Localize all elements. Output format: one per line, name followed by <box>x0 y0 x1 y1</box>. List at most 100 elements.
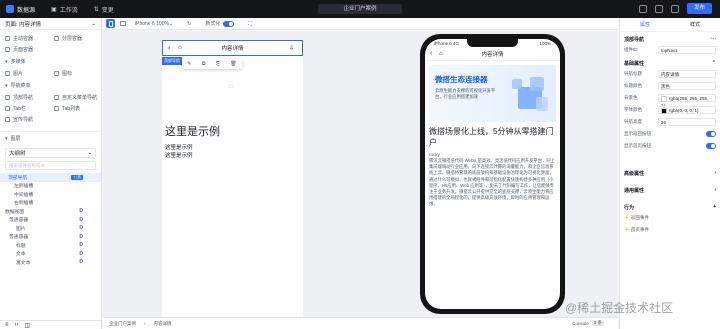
component-page-container[interactable]: 页面容器 <box>5 45 49 54</box>
home-icon[interactable]: ⌂ <box>439 51 443 57</box>
tree-row[interactable]: 普通容器 D <box>0 233 101 242</box>
actions-heading[interactable]: 行为 + <box>620 200 720 212</box>
tree-row[interactable]: 富文本 D <box>0 258 101 267</box>
home-icon: ⌂ <box>178 45 182 51</box>
mobile-device-button[interactable] <box>106 19 115 28</box>
component-id-field[interactable]: topNav1 <box>658 46 716 54</box>
prop-row: 字体颜色 rgba(0, 0, 0, 1) <box>620 104 720 116</box>
tree-row[interactable]: 数据视图 D <box>0 207 101 216</box>
prop-field[interactable]: 内容详情 <box>658 70 716 78</box>
canvas-toolbar: iPhone 6 100% ⌄ ↻ 新式化 ⛶ <box>103 18 618 30</box>
prop-field[interactable]: rgba(255, 255, 255, 1) <box>658 94 716 108</box>
tree-row[interactable]: 左侧插槽 <box>0 182 101 191</box>
component-image[interactable]: 图片 <box>5 69 49 78</box>
edit-icon[interactable]: ✎ <box>187 61 191 67</box>
chevron-icon: › <box>714 187 716 193</box>
component-layer-container[interactable]: 分层容器 <box>54 34 98 43</box>
code-icon[interactable]: ‹› <box>15 322 19 328</box>
settings-icon[interactable] <box>654 4 663 13</box>
banner[interactable]: 微搭生态连接器 云原生能力支撑的可视化开发平台，行业应用搭建加速 <box>429 65 556 122</box>
tab-props[interactable]: 属性 <box>640 21 650 28</box>
prop-field[interactable]: 26 <box>658 118 716 126</box>
style-toggle[interactable] <box>223 20 235 27</box>
section-nav[interactable]: ▾ 导航菜单 <box>0 79 101 92</box>
breadcrumb-app[interactable]: 企业门户案例 <box>109 321 136 327</box>
phone-screen: iPhone 6 4G11:24100% ‹ ⌂ 内容详情 微搭生态连接器 云原… <box>425 39 560 309</box>
tree-row[interactable]: 文本 D <box>0 250 101 259</box>
app-title[interactable]: 企业门户案例 <box>318 4 402 14</box>
data-icon[interactable]: ◫ <box>25 322 31 329</box>
layer-search-input[interactable]: 搜索组件名称或ID <box>5 161 96 170</box>
page-select[interactable]: 页面: 内容详情 ⌄ <box>0 18 101 30</box>
design-page[interactable]: ‹ ⌂ 内容详情 ⇩ 顶部导航 ✎ ⧉ ⎘ 🗑 ▭ 这里是示例 这里是示例 这里是示例 <box>162 40 303 322</box>
sync-menu[interactable]: ⇅ 变更 <box>94 5 114 14</box>
component-promo-nav[interactable]: 宣传导航 <box>5 115 49 124</box>
desktop-device-button[interactable] <box>118 19 127 28</box>
layer-view-select[interactable]: 大纲树 ⌄ <box>5 148 96 158</box>
component-custom-menu[interactable]: 自定义菜单导航 <box>54 93 98 102</box>
refresh-icon[interactable]: ↻ <box>187 21 191 27</box>
logo[interactable]: 数据源 <box>6 5 35 14</box>
color-swatch[interactable] <box>661 107 667 114</box>
separator-icon: › <box>144 321 146 326</box>
tree-row[interactable]: 标题 D <box>0 241 101 250</box>
breadcrumb-page[interactable]: 内容详情 <box>154 321 172 327</box>
tree-row[interactable]: 中间插槽 <box>0 190 101 199</box>
prop-value: 26 <box>661 120 667 125</box>
tree-row-label: 标题 <box>16 243 26 249</box>
action-home[interactable]: ⚡ 首页事件 <box>620 224 720 236</box>
tree-row[interactable]: 普通容器 D <box>0 216 101 225</box>
switch-toggle[interactable] <box>706 143 716 149</box>
general-heading[interactable]: 通用属性 › <box>620 183 720 195</box>
device-select[interactable]: iPhone 6 100% <box>135 21 169 27</box>
data-bound-icon: D <box>79 208 83 215</box>
workbench-menu[interactable]: ▣ 工作流 <box>51 5 78 14</box>
tab-style[interactable]: 样式 <box>690 21 700 28</box>
color-swatch[interactable] <box>661 95 667 102</box>
component-name-label: 顶部导航 <box>624 37 645 43</box>
advanced-heading[interactable]: 高级属性 › <box>620 166 720 178</box>
delete-icon[interactable]: 🗑 <box>230 61 236 67</box>
component-label: 图片 <box>13 71 24 77</box>
prop-field[interactable]: rgba(0, 0, 0, 1) <box>658 106 716 114</box>
help-icon[interactable] <box>670 4 679 13</box>
layer-view-value: 大纲树 <box>9 151 26 157</box>
back-icon[interactable]: ‹ <box>430 50 432 57</box>
data-bound-icon: D <box>79 233 83 240</box>
switch-toggle[interactable] <box>706 131 716 137</box>
data-bound-icon: D <box>79 250 83 257</box>
component-main-container[interactable]: 主动容器 <box>5 34 49 43</box>
console-toggle[interactable]: Console 0 条 <box>572 320 604 326</box>
fullscreen-icon[interactable]: ⛶ <box>248 21 252 27</box>
data-bound-icon: D <box>79 259 83 266</box>
watermark: @稀土掘金技术社区 <box>565 301 674 315</box>
action-back[interactable]: ⚡ 返回事件 <box>620 212 720 224</box>
collapse-icon[interactable]: ≡ <box>5 322 9 328</box>
link-icon[interactable]: ⎘ <box>216 61 220 67</box>
action-label: 首页事件 <box>630 227 649 232</box>
sample-text-2[interactable]: 这里是示例 <box>165 151 193 159</box>
component-top-nav[interactable]: 顶部导航 <box>5 93 49 102</box>
copy-icon[interactable]: ⧉ <box>202 61 206 67</box>
basic-props-heading[interactable]: 基础属性 ⌃ <box>620 56 720 68</box>
selected-top-nav[interactable]: ‹ ⌂ 内容详情 ⇩ <box>162 40 303 56</box>
phone-preview: iPhone 6 4G11:24100% ‹ ⌂ 内容详情 微搭生态连接器 云原… <box>420 34 565 314</box>
more-icon[interactable]: ⋯ <box>711 36 716 43</box>
tree-row[interactable]: 顶部导航 已选 <box>0 173 101 182</box>
publish-button[interactable]: 发布 <box>686 3 712 14</box>
component-tablist[interactable]: Tab列表 <box>54 104 98 113</box>
prop-field[interactable]: 黑色 <box>658 82 716 90</box>
preview-icon[interactable] <box>638 4 647 13</box>
component-icon[interactable]: 图标 <box>54 69 98 78</box>
add-icon[interactable]: + <box>713 204 716 211</box>
section-media[interactable]: ▾ 多媒体 <box>0 55 101 68</box>
section-layers[interactable]: ▾ 图层 <box>0 131 101 145</box>
tree-row[interactable]: 右侧插槽 <box>0 199 101 208</box>
component-tabbar[interactable]: Tab栏 <box>5 104 49 113</box>
switch-label: 显示首页按钮 <box>624 143 651 148</box>
sample-heading[interactable]: 这里是示例 <box>165 123 220 139</box>
sample-text-1[interactable]: 这里是示例 <box>165 143 193 151</box>
tree-row[interactable]: 图片 D <box>0 224 101 233</box>
tree-row-label: 普通容器 <box>9 218 29 224</box>
carrier: iPhone 6 4G <box>434 40 460 46</box>
